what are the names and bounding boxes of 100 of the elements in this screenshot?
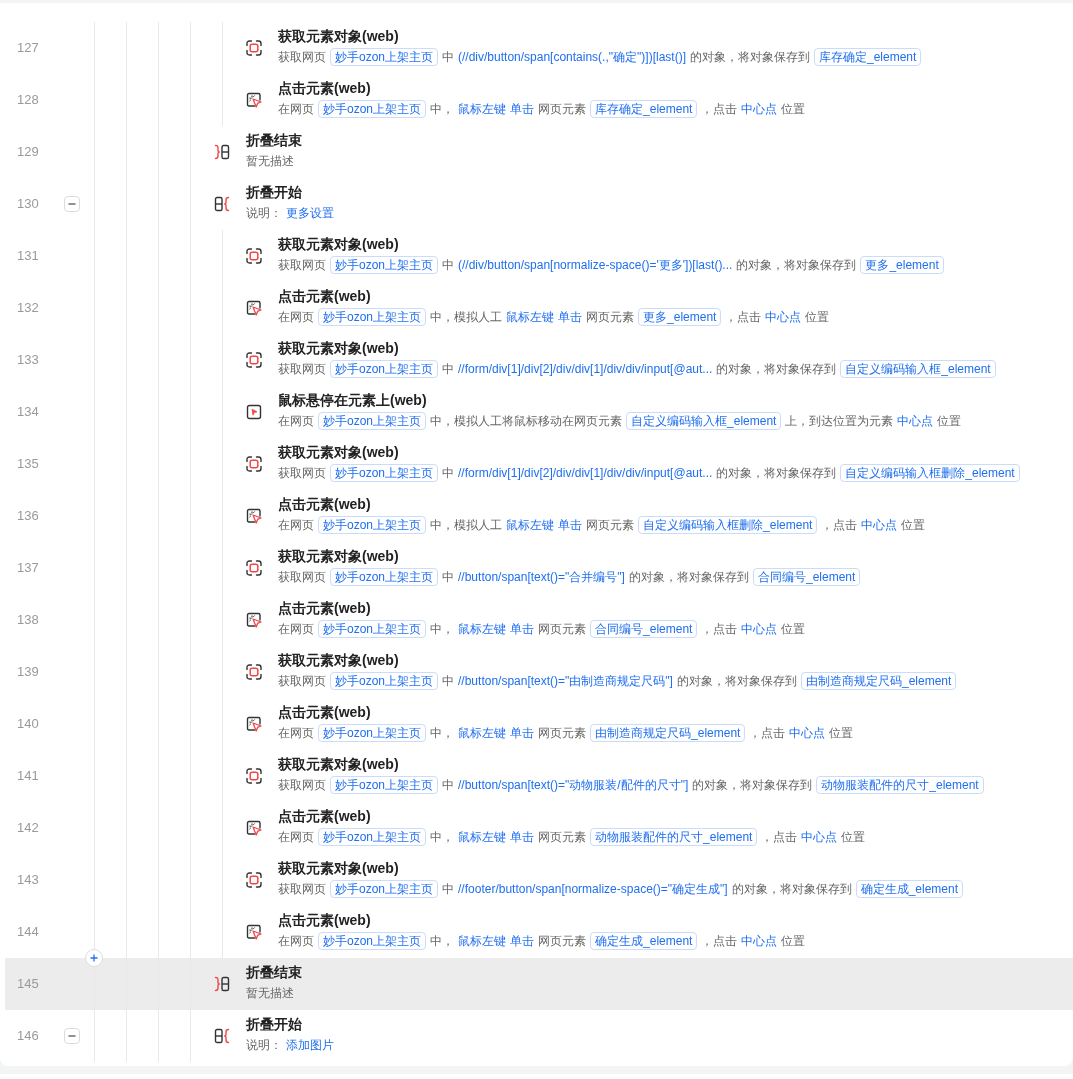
description-text: 位置 <box>901 517 926 533</box>
variable-chip: 妙手ozon上架主页 <box>318 100 427 118</box>
variable-chip: 确定生成_element <box>590 932 698 950</box>
description-text: 位置 <box>781 621 806 637</box>
description-text: ，点击 <box>821 517 858 533</box>
collapse-button[interactable] <box>64 196 80 212</box>
parameter-value: 鼠标左键 <box>458 101 507 117</box>
step-title: 点击元素(web) <box>278 287 371 306</box>
step-title: 折叠开始 <box>246 1015 302 1034</box>
line-number: 139 <box>17 664 39 680</box>
description-text: 的对象，将对象保存到 <box>628 569 749 585</box>
variable-chip: 自定义编码输入框_element <box>626 412 782 430</box>
variable-chip: 妙手ozon上架主页 <box>330 464 439 482</box>
focus-frame-icon <box>246 248 262 264</box>
description-text: 网页元素 <box>586 517 635 533</box>
focus-frame-icon <box>246 664 262 680</box>
description-text: ，点击 <box>701 101 738 117</box>
variable-chip: 确定生成_element <box>855 880 964 898</box>
description-text: 获取网页 <box>278 465 326 481</box>
description-text: 的对象，将对象保存到 <box>676 673 797 689</box>
description-text: 中， <box>430 101 455 117</box>
variable-chip: 妙手ozon上架主页 <box>330 568 439 586</box>
parameter-value: //button/span[text()="动物服装/配件的尺寸"] <box>458 777 689 793</box>
parameter-value: 单击 <box>510 933 535 949</box>
line-number: 136 <box>17 508 39 524</box>
focus-frame-icon <box>246 40 262 56</box>
description-text: 获取网页 <box>278 361 326 377</box>
variable-chip: 妙手ozon上架主页 <box>318 412 427 430</box>
description-text: 位置 <box>781 101 806 117</box>
step-title: 获取元素对象(web) <box>278 547 399 566</box>
description-text: 的对象，将对象保存到 <box>689 49 810 65</box>
line-number: 130 <box>17 196 39 212</box>
description-text: ，点击 <box>701 933 738 949</box>
description-text: 位置 <box>781 933 806 949</box>
parameter-value: 中心点 <box>801 829 838 845</box>
variable-chip: 妙手ozon上架主页 <box>330 880 439 898</box>
variable-chip: 自定义编码输入框删除_element <box>840 464 1020 482</box>
add-step-button[interactable] <box>85 949 103 967</box>
variable-chip: 由制造商规定尺码_element <box>590 724 746 742</box>
description-text: 在网页 <box>278 413 314 429</box>
focus-frame-icon <box>246 560 262 576</box>
line-number: 138 <box>17 612 39 628</box>
parameter-value: 单击 <box>510 725 535 741</box>
line-number: 132 <box>17 300 39 316</box>
closing-brace-icon <box>214 144 230 160</box>
description-text: 的对象，将对象保存到 <box>716 465 837 481</box>
step-title: 获取元素对象(web) <box>278 339 399 358</box>
parameter-value: //form/div[1]/div[2]/div/div[1]/div/div/input[@aut... <box>458 361 713 377</box>
opening-brace-icon <box>214 1028 230 1044</box>
cursor-click-icon <box>246 300 262 316</box>
line-number: 144 <box>17 924 39 940</box>
description-text: 中， <box>430 829 455 845</box>
focus-frame-icon <box>246 456 262 472</box>
step-title: 点击元素(web) <box>278 599 371 618</box>
description-text: 网页元素 <box>538 101 587 117</box>
description-text: 获取网页 <box>278 569 326 585</box>
description-text: 暂无描述 <box>246 985 294 1001</box>
collapse-button[interactable] <box>64 1028 80 1044</box>
line-number: 140 <box>17 716 39 732</box>
parameter-value: 中心点 <box>897 413 934 429</box>
parameter-value: 添加图片 <box>286 1037 334 1053</box>
parameter-value: (//div/button/span[contains(.,"确定")])[last()] <box>458 49 686 65</box>
variable-chip: 自定义编码输入框删除_element <box>638 516 818 534</box>
line-number: 129 <box>17 144 39 160</box>
description-text: 中，模拟人工 <box>430 309 503 325</box>
description-text: 网页元素 <box>538 725 587 741</box>
description-text: 中 <box>442 673 455 689</box>
description-text: 说明： <box>246 205 282 221</box>
variable-chip: 更多_element <box>638 308 722 326</box>
description-text: 中 <box>442 465 455 481</box>
parameter-value: 鼠标左键 <box>458 621 507 637</box>
parameter-value: 更多设置 <box>286 205 334 221</box>
variable-chip: 库存确定_element <box>813 48 922 66</box>
line-number: 135 <box>17 456 39 472</box>
variable-chip: 动物服装配件的尺寸_element <box>816 776 984 794</box>
step-title: 获取元素对象(web) <box>278 27 399 46</box>
step-title: 点击元素(web) <box>278 495 371 514</box>
parameter-value: 单击 <box>558 309 583 325</box>
minus-icon <box>68 1032 76 1040</box>
description-text: 网页元素 <box>538 933 587 949</box>
variable-chip: 妙手ozon上架主页 <box>318 516 427 534</box>
description-text: 获取网页 <box>278 777 326 793</box>
variable-chip: 妙手ozon上架主页 <box>330 360 439 378</box>
variable-chip: 妙手ozon上架主页 <box>318 620 427 638</box>
description-text: 获取网页 <box>278 881 326 897</box>
opening-brace-icon <box>214 196 230 212</box>
line-number: 131 <box>17 248 39 264</box>
variable-chip: 库存确定_element <box>590 100 698 118</box>
variable-chip: 妙手ozon上架主页 <box>330 776 439 794</box>
line-number: 137 <box>17 560 39 576</box>
description-text: 的对象，将对象保存到 <box>736 257 857 273</box>
parameter-value: 鼠标左键 <box>458 829 507 845</box>
variable-chip: 动物服装配件的尺寸_element <box>590 828 758 846</box>
parameter-value: //button/span[text()="由制造商规定尺码"] <box>458 673 673 689</box>
step-title: 点击元素(web) <box>278 807 371 826</box>
description-text: 的对象，将对象保存到 <box>716 361 837 377</box>
variable-chip: 妙手ozon上架主页 <box>318 932 427 950</box>
description-text: 中 <box>442 49 455 65</box>
line-number: 128 <box>17 92 39 108</box>
description-text: 的对象，将对象保存到 <box>731 881 852 897</box>
